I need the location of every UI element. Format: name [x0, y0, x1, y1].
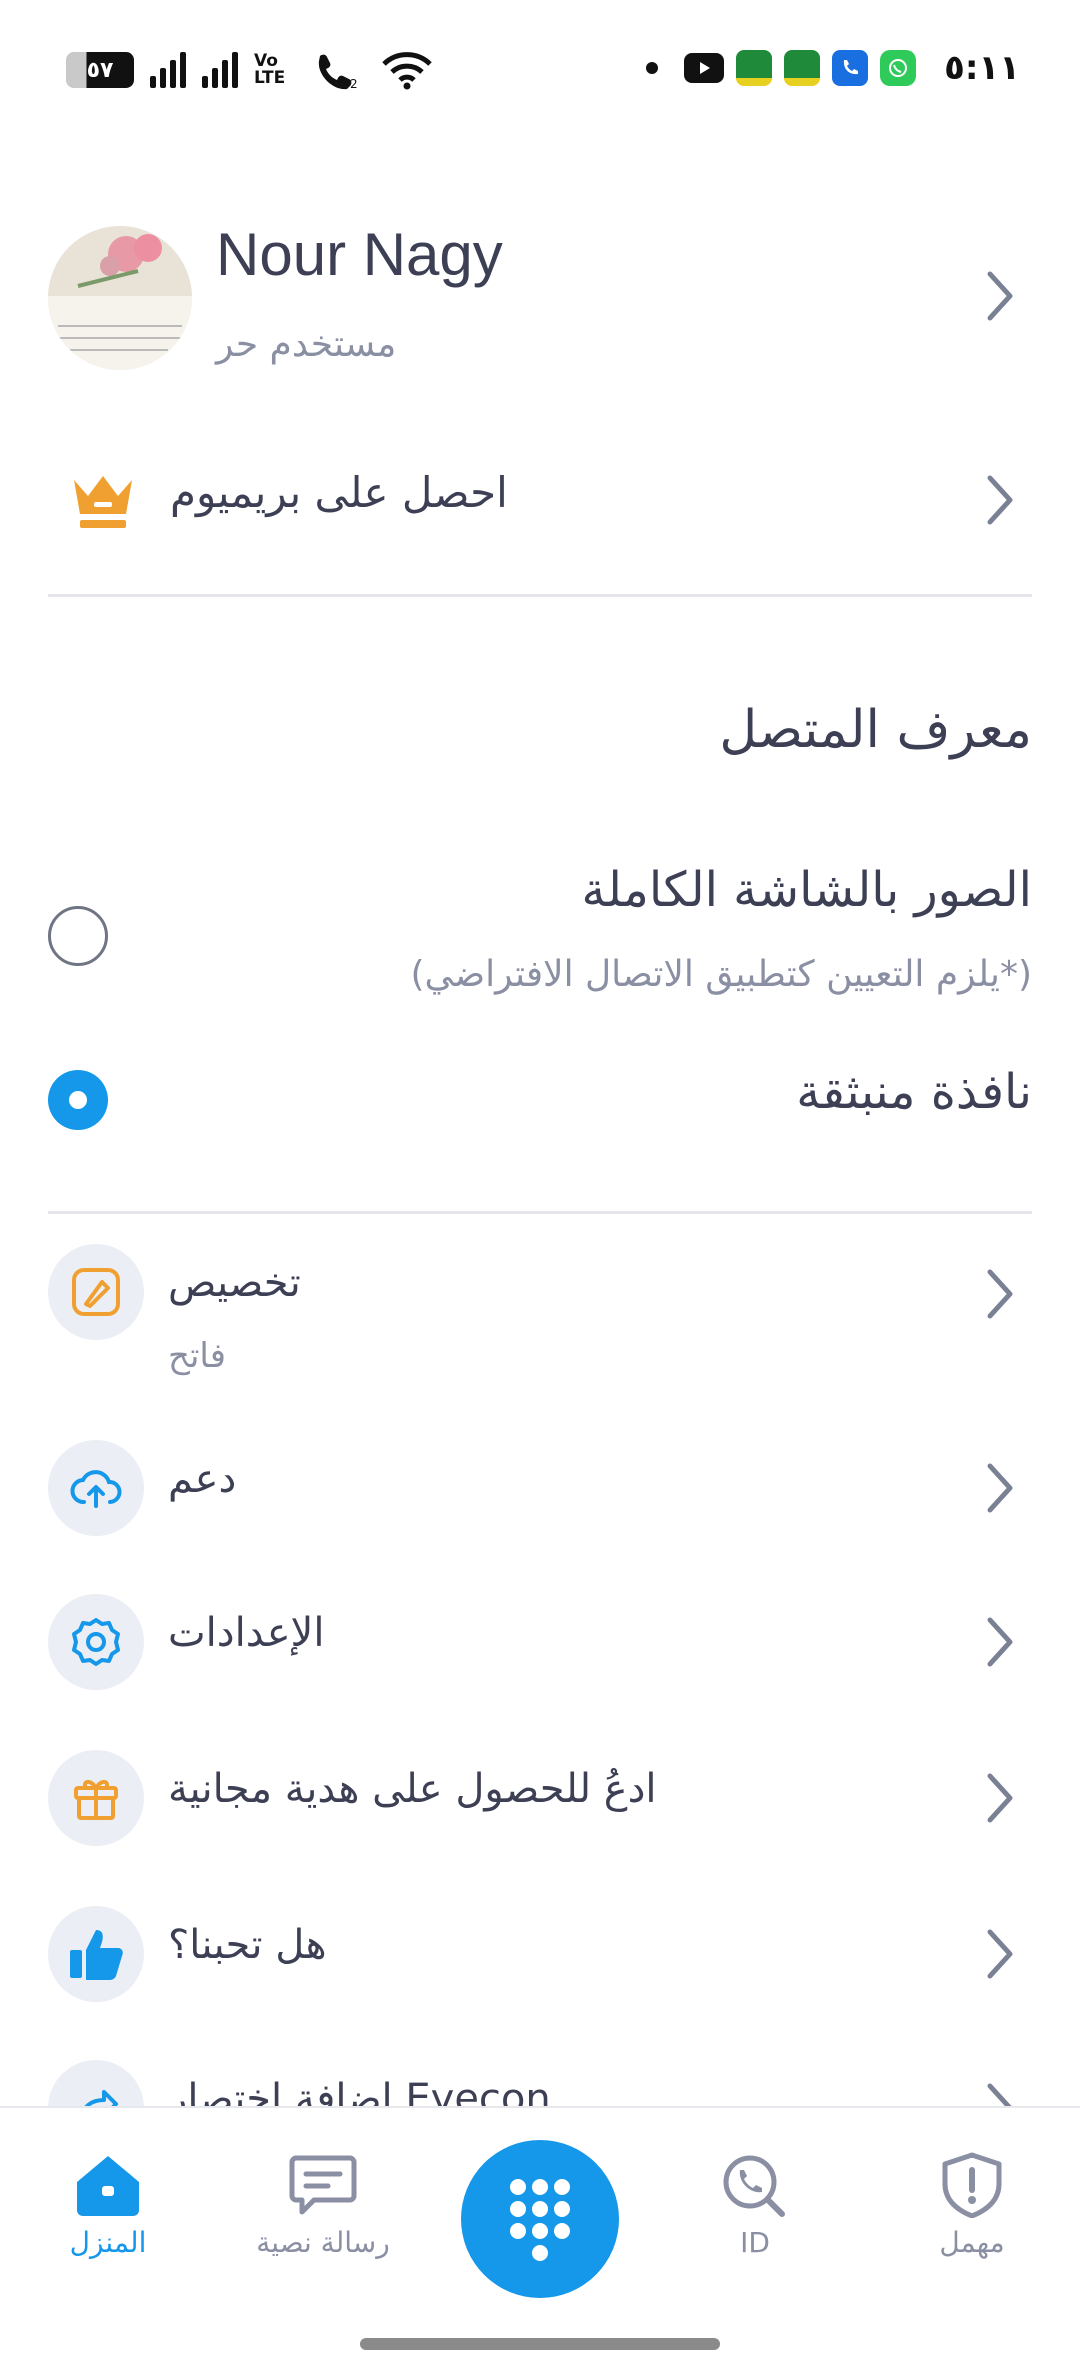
- phone-app-icon: [832, 50, 869, 86]
- nav-id[interactable]: ID: [670, 2152, 840, 2259]
- nav-spam-label: مهمل: [939, 2226, 1005, 2259]
- notification-dot-icon: [646, 62, 659, 74]
- shield-alert-icon: [942, 2152, 1002, 2218]
- nav-id-label: ID: [740, 2226, 770, 2259]
- fullscreen-radio[interactable]: [48, 906, 108, 966]
- volte-icon: Vo LTE: [254, 51, 286, 88]
- caller-id-title: معرف المتصل: [719, 700, 1032, 760]
- get-premium-label: احصل على بريميوم: [170, 468, 508, 517]
- divider: [48, 1211, 1032, 1214]
- gear-icon: [48, 1594, 144, 1690]
- youtube-icon: [684, 53, 725, 83]
- dialpad-button[interactable]: [461, 2140, 619, 2298]
- nav-messages-label: رسالة نصية: [256, 2226, 390, 2259]
- svg-text:2: 2: [350, 77, 358, 90]
- menu-item-invite[interactable]: ادعُ للحصول على هدية مجانية: [0, 1732, 1080, 1862]
- chevron-right-icon: [980, 1462, 1020, 1513]
- whatsapp-icon: [880, 50, 917, 86]
- signal-icon: [202, 52, 238, 88]
- menu-item-label: ادعُ للحصول على هدية مجانية: [168, 1766, 657, 1812]
- menu-item-label: الإعدادات: [168, 1610, 325, 1656]
- popup-radio[interactable]: [48, 1070, 108, 1130]
- thumbs-up-icon: [48, 1906, 144, 2002]
- menu-item-label: تخصيص: [168, 1260, 301, 1306]
- chevron-right-icon: [980, 1772, 1020, 1823]
- wifi-call-icon: 2: [318, 54, 358, 90]
- wifi-icon: [382, 52, 432, 90]
- menu-item-label: دعم: [168, 1456, 237, 1502]
- status-right: ٥:١١: [646, 48, 1020, 88]
- home-icon: [77, 2156, 139, 2216]
- menu-item-customize[interactable]: تخصيص فاتح: [0, 1226, 1080, 1406]
- clock: ٥:١١: [944, 48, 1020, 88]
- bottom-navigation: المنزل رسالة نصية ID مهمل: [0, 2106, 1080, 2372]
- nav-spam[interactable]: مهمل: [887, 2152, 1057, 2259]
- divider: [48, 594, 1032, 597]
- status-left: ٥٧ Vo LTE 2: [66, 50, 434, 90]
- chevron-right-icon: [980, 270, 1020, 321]
- chevron-right-icon: [980, 1616, 1020, 1667]
- menu-item-settings[interactable]: الإعدادات: [0, 1576, 1080, 1706]
- dialpad-icon: [510, 2179, 570, 2261]
- chevron-right-icon: [980, 1928, 1020, 1979]
- app-icon: [784, 50, 821, 86]
- crown-icon: [74, 476, 132, 528]
- brush-icon: [48, 1244, 144, 1340]
- menu-item-rate[interactable]: هل تحبنا؟: [0, 1888, 1080, 2018]
- nav-home-label: المنزل: [69, 2226, 147, 2259]
- phone-search-icon: [723, 2155, 785, 2217]
- signal-icon: [150, 52, 186, 88]
- profile-name: Nour Nagy: [216, 221, 503, 288]
- battery-icon: ٥٧: [66, 52, 134, 88]
- home-indicator[interactable]: [360, 2338, 720, 2350]
- profile-plan: مستخدم حر: [216, 324, 397, 365]
- menu-item-support[interactable]: دعم: [0, 1422, 1080, 1552]
- chevron-right-icon: [980, 474, 1020, 525]
- chevron-right-icon: [980, 1268, 1020, 1319]
- gift-icon: [48, 1750, 144, 1846]
- message-icon: [289, 2155, 357, 2215]
- fullscreen-option-label: الصور بالشاشة الكاملة: [581, 862, 1032, 918]
- nav-messages[interactable]: رسالة نصية: [238, 2152, 408, 2259]
- status-bar: ٥٧ Vo LTE 2 ٥:١١: [0, 0, 1080, 140]
- menu-item-sub: فاتح: [168, 1336, 227, 1376]
- nav-home[interactable]: المنزل: [23, 2152, 193, 2259]
- get-premium-row[interactable]: احصل على بريميوم: [0, 440, 1080, 560]
- avatar: [48, 226, 192, 370]
- popup-option-label: نافذة منبثقة: [796, 1064, 1032, 1120]
- app-icon: [736, 50, 773, 86]
- cloud-upload-icon: [48, 1440, 144, 1536]
- menu-item-label: هل تحبنا؟: [168, 1922, 327, 1968]
- fullscreen-option-note: (*يلزم التعيين كتطبيق الاتصال الافتراضي): [410, 954, 1032, 995]
- profile-row[interactable]: Nour Nagy مستخدم حر: [0, 220, 1080, 380]
